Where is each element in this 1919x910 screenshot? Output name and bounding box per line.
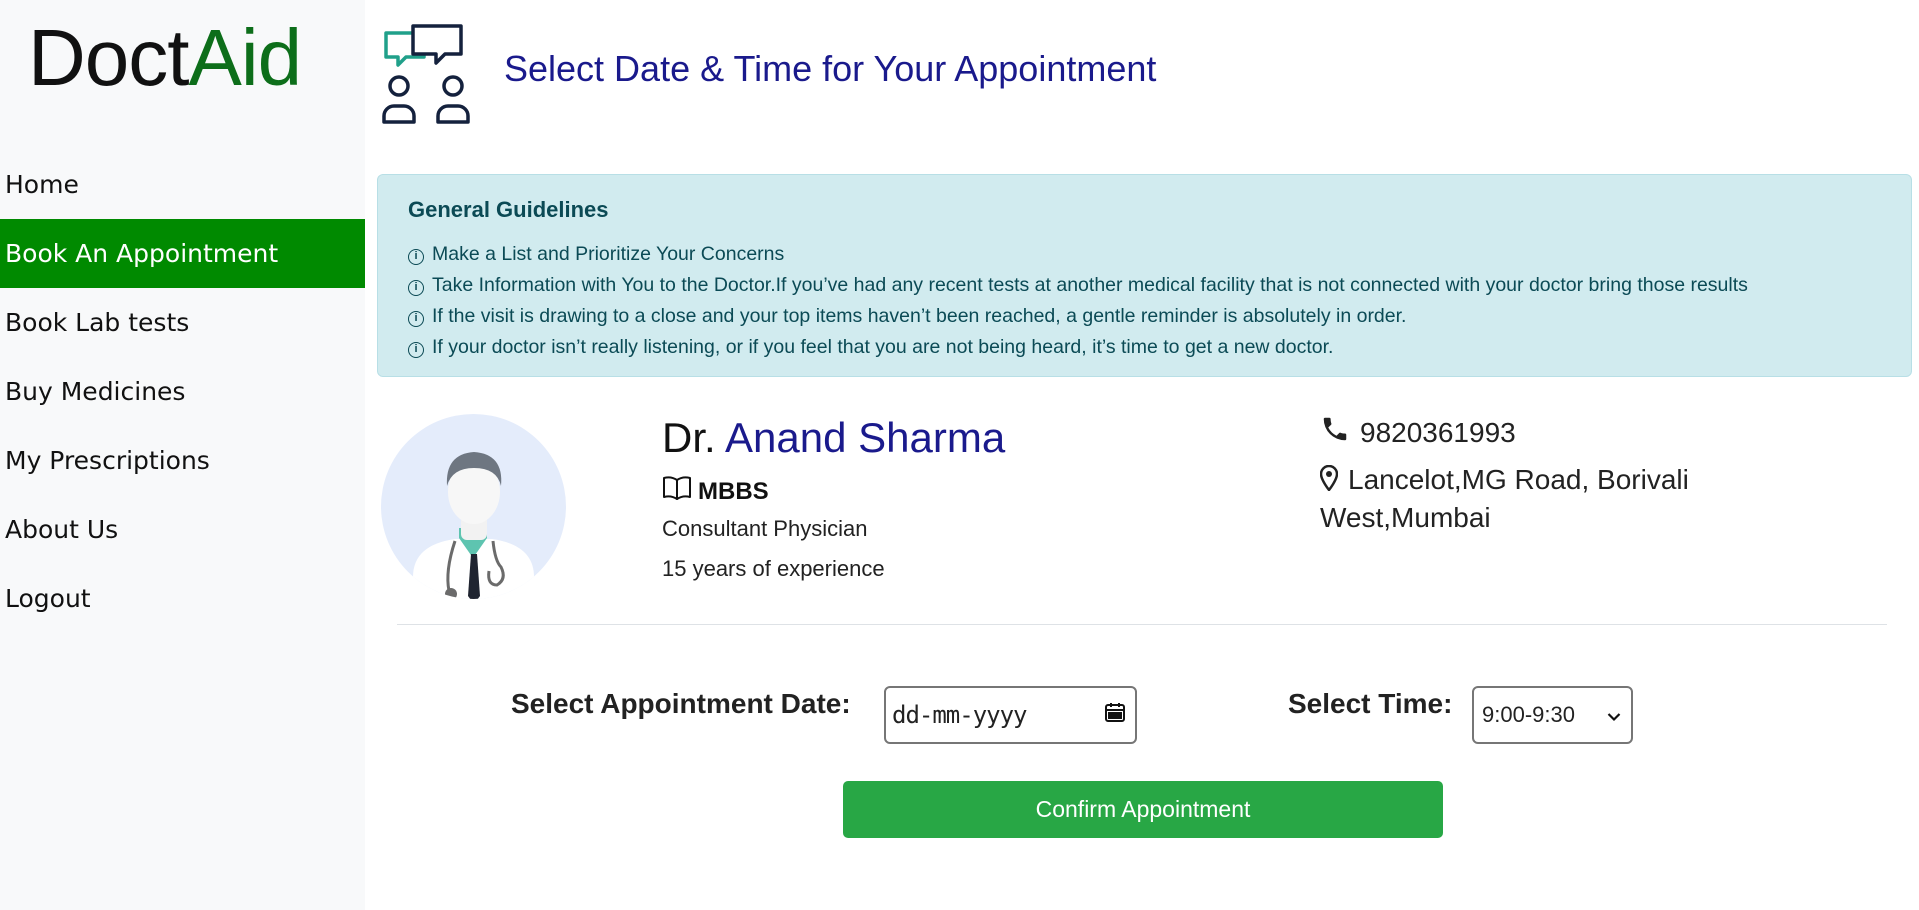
guideline-item: i Make a List and Prioritize Your Concern… xyxy=(408,239,1881,270)
appointment-time-select[interactable]: 9:00-9:30 xyxy=(1472,686,1633,744)
guideline-item: i Take Information with You to the Doctor… xyxy=(408,270,1881,301)
confirm-appointment-button[interactable]: Confirm Appointment xyxy=(843,781,1443,838)
sidebar-item-logout[interactable]: Logout xyxy=(0,564,365,633)
info-icon: i xyxy=(408,280,424,296)
guideline-text: If your doctor isn’t really listening, o… xyxy=(432,336,1334,358)
time-select-value: 9:00-9:30 xyxy=(1482,702,1575,727)
doctor-avatar xyxy=(381,414,566,599)
sidebar-item-about-us[interactable]: About Us xyxy=(0,495,365,564)
doctor-phone: 9820361993 xyxy=(1320,414,1516,451)
info-icon: i xyxy=(408,249,424,265)
doctor-experience: 15 years of experience xyxy=(662,556,885,581)
location-pin-icon xyxy=(1319,464,1339,500)
doctor-name-prefix: Dr. xyxy=(662,414,716,461)
time-label: Select Time: xyxy=(1288,688,1453,719)
doctor-name-text: Anand Sharma xyxy=(725,414,1006,461)
app-logo[interactable]: DoctAid xyxy=(28,12,303,104)
section-divider xyxy=(397,624,1887,625)
sidebar: DoctAid Home Book An Appointment Book La… xyxy=(0,0,365,910)
guideline-text: Make a List and Prioritize Your Concerns xyxy=(432,243,785,265)
calendar-icon[interactable] xyxy=(1103,700,1127,730)
guidelines-alert: General Guidelines i Make a List and Prio… xyxy=(377,174,1912,377)
guideline-text: Take Information with You to the Doctor.… xyxy=(432,274,1748,296)
phone-icon xyxy=(1320,414,1350,451)
page-title: Select Date & Time for Your Appointment xyxy=(504,48,1157,89)
sidebar-item-book-appointment[interactable]: Book An Appointment xyxy=(0,219,365,288)
sidebar-item-buy-medicines[interactable]: Buy Medicines xyxy=(0,357,365,426)
book-icon xyxy=(662,475,692,508)
date-placeholder: dd-mm-yyyy xyxy=(892,701,1027,729)
chevron-down-icon xyxy=(1607,702,1621,728)
date-label: Select Appointment Date: xyxy=(511,688,851,719)
sidebar-item-home[interactable]: Home xyxy=(0,150,365,219)
info-icon: i xyxy=(408,342,424,358)
guideline-item: i If the visit is drawing to a close and … xyxy=(408,301,1881,332)
guideline-text: If the visit is drawing to a close and y… xyxy=(432,305,1407,327)
sidebar-nav: Home Book An Appointment Book Lab tests … xyxy=(0,150,365,633)
doctor-address: Lancelot,MG Road, Borivali West,Mumbai xyxy=(1319,462,1760,536)
guideline-item: i If your doctor isn’t really listening, … xyxy=(408,332,1881,363)
doctor-qualification-text: MBBS xyxy=(698,477,769,505)
doctor-name: Dr. Anand Sharma xyxy=(662,414,1005,462)
sidebar-item-book-lab-tests[interactable]: Book Lab tests xyxy=(0,288,365,357)
doctor-role: Consultant Physician xyxy=(662,516,868,541)
info-icon: i xyxy=(408,311,424,327)
doctor-phone-text: 9820361993 xyxy=(1360,416,1516,448)
doctor-qualification: MBBS xyxy=(662,475,769,508)
logo-part-1: Doct xyxy=(28,13,189,102)
sidebar-item-my-prescriptions[interactable]: My Prescriptions xyxy=(0,426,365,495)
doctor-address-text: Lancelot,MG Road, Borivali West,Mumbai xyxy=(1320,464,1689,533)
appointment-date-input[interactable]: dd-mm-yyyy xyxy=(884,686,1137,744)
logo-part-2: Aid xyxy=(188,13,303,102)
guidelines-title: General Guidelines xyxy=(408,197,609,222)
consultation-chat-icon xyxy=(380,22,480,128)
